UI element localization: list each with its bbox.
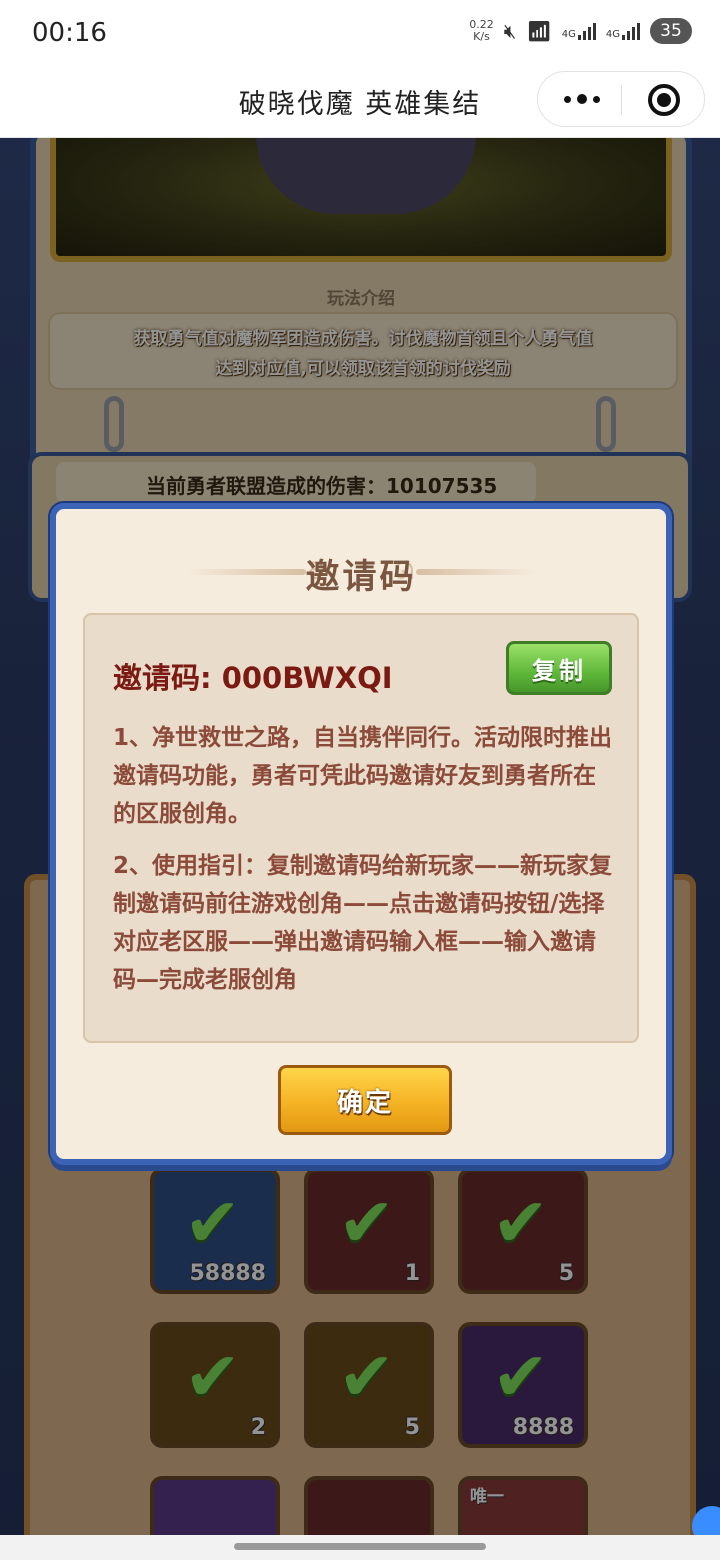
instruction-paragraph-1: 1、净世救世之路，自当携伴同行。活动限时推出邀请码功能，勇者可凭此码邀请好友到勇…	[113, 725, 613, 827]
invite-code-line: 邀请码: 000BWXQI	[113, 655, 393, 697]
confirm-button[interactable]: 确定	[278, 1065, 452, 1135]
copy-button[interactable]: 复制	[506, 641, 612, 695]
close-miniprogram-icon[interactable]	[648, 84, 680, 116]
dialog-title: 邀请码	[305, 557, 417, 597]
invite-code-value[interactable]: 000BWXQI	[222, 661, 393, 695]
network-speed: 0.22 K/s	[469, 19, 494, 43]
clock: 00:16	[32, 18, 107, 48]
signal-sim2: 4G	[606, 22, 640, 40]
sim2-label: 4G	[605, 29, 620, 40]
status-bar: 00:16 0.22 K/s 🔇︎ 📶︎ 4G 4G 35	[0, 0, 720, 68]
wifi-icon: 📶︎	[526, 19, 552, 43]
battery-icon: 35	[650, 18, 692, 44]
status-icons: 0.22 K/s 🔇︎ 📶︎ 4G 4G 35	[469, 18, 692, 44]
signal-bars-icon	[577, 22, 596, 40]
signal-sim1: 4G	[562, 22, 596, 40]
dialog-content: 邀请码: 000BWXQI 复制 1、净世救世之路，自当携伴同行。活动限时推出邀…	[83, 613, 639, 1043]
signal-bars-icon	[622, 22, 640, 40]
sim1-label: 4G	[561, 29, 576, 40]
invite-code-dialog: ᘐ ᘏ 邀请码 邀请码: 000BWXQI 复制 1、净世救世之路，自当携伴同行…	[50, 503, 672, 1165]
capsule-divider	[621, 85, 622, 115]
title-bar: 破晓伐魔 英雄集结	[0, 68, 720, 138]
home-indicator[interactable]	[234, 1543, 486, 1550]
invite-code-label: 邀请码:	[113, 661, 222, 695]
more-options-icon[interactable]	[560, 86, 604, 112]
network-speed-unit: K/s	[473, 30, 490, 43]
system-nav-bar	[0, 1535, 720, 1560]
mute-icon: 🔇︎	[503, 19, 517, 43]
instruction-paragraph-2: 2、使用指引：复制邀请码给新玩家——新玩家复制邀请码前往游戏创角——点击邀请码按…	[113, 853, 613, 993]
capsule-menu	[537, 71, 705, 127]
